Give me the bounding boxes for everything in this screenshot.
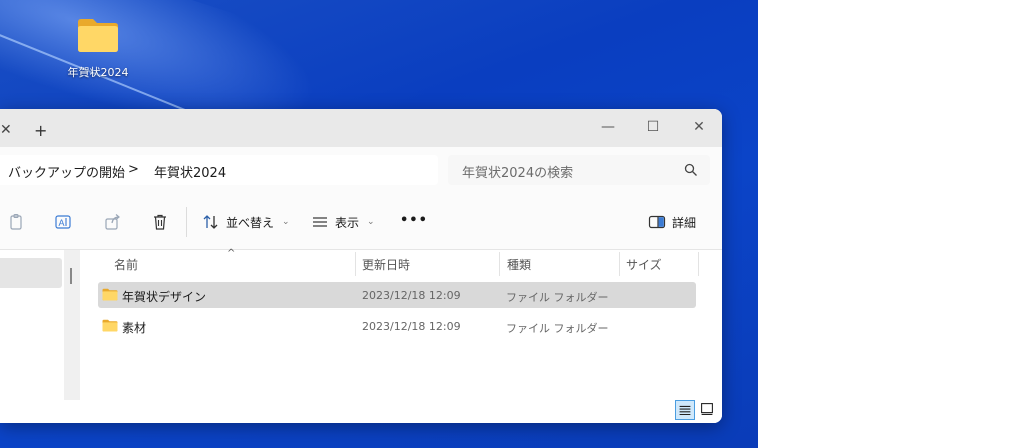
details-pane-button[interactable]: 詳細 — [648, 213, 696, 231]
folder-icon — [102, 319, 118, 332]
column-header-size[interactable]: サイズ — [626, 256, 662, 273]
folder-icon — [102, 288, 118, 301]
toolbar-divider — [186, 207, 187, 237]
details-pane-icon — [648, 215, 666, 229]
column-separator[interactable] — [619, 252, 620, 276]
sort-icon — [203, 215, 218, 229]
sort-ascending-icon: ^ — [227, 248, 236, 259]
sort-label: 並べ替え — [226, 215, 275, 230]
breadcrumb-current[interactable]: 年賀状2024 — [154, 162, 226, 181]
file-row[interactable]: 年賀状デザイン 2023/12/18 12:09 ファイル フォルダー — [98, 282, 696, 308]
paste-button[interactable] — [8, 213, 26, 231]
breadcrumb[interactable]: バックアップの開始 > 年賀状2024 — [0, 155, 438, 185]
column-header-name[interactable]: 名前 — [114, 256, 138, 273]
delete-button[interactable] — [151, 213, 169, 231]
nav-scrollbar[interactable] — [64, 250, 80, 400]
file-row[interactable]: 素材 2023/12/18 12:09 ファイル フォルダー — [98, 313, 696, 339]
breadcrumb-parent[interactable]: バックアップの開始 — [8, 162, 125, 181]
scrollbar-thumb[interactable] — [70, 268, 72, 284]
rename-icon: A — [55, 215, 71, 229]
search-placeholder: 年賀状2024の検索 — [462, 166, 574, 181]
details-label: 詳細 — [672, 215, 697, 230]
rename-button[interactable]: A — [54, 213, 72, 231]
column-separator[interactable] — [698, 252, 699, 276]
close-button[interactable]: ✕ — [684, 115, 714, 139]
svg-text:A: A — [59, 218, 65, 228]
file-modified: 2023/12/18 12:09 — [362, 289, 461, 302]
navigation-pane — [0, 250, 64, 400]
view-icon — [313, 217, 327, 227]
column-separator[interactable] — [499, 252, 500, 276]
column-separator[interactable] — [355, 252, 356, 276]
file-explorer-window: ✕ + — ☐ ✕ バックアップの開始 > 年賀状2024 年賀状2024の検索 — [0, 109, 722, 423]
file-type: ファイル フォルダー — [506, 322, 609, 335]
minimize-button[interactable]: — — [593, 115, 623, 139]
share-icon — [105, 214, 120, 230]
file-modified: 2023/12/18 12:09 — [362, 320, 461, 333]
nav-selected-item[interactable] — [0, 258, 62, 288]
share-button[interactable] — [104, 213, 122, 231]
search-input[interactable]: 年賀状2024の検索 — [448, 155, 710, 185]
maximize-button[interactable]: ☐ — [638, 115, 668, 139]
address-row: バックアップの開始 > 年賀状2024 年賀状2024の検索 — [0, 147, 722, 193]
view-label: 表示 — [335, 215, 360, 230]
command-bar: A 並べ替え ⌄ 表示 ⌄ ••• 詳細 — [0, 193, 722, 250]
desktop-icon-label: 年賀状2024 — [67, 66, 129, 79]
more-options-button[interactable]: ••• — [400, 213, 428, 228]
file-name: 年賀状デザイン — [122, 290, 207, 304]
paste-icon — [10, 213, 22, 230]
column-header-modified[interactable]: 更新日時 — [362, 256, 410, 273]
details-view-icon — [679, 405, 691, 416]
sort-button[interactable]: 並べ替え ⌄ — [202, 213, 290, 231]
file-type: ファイル フォルダー — [506, 291, 609, 304]
large-icons-view-icon — [701, 403, 713, 415]
tab-close-icon[interactable]: ✕ — [0, 122, 12, 138]
details-view-button[interactable] — [675, 400, 695, 420]
view-button[interactable]: 表示 ⌄ — [311, 213, 375, 231]
desktop-folder-shortcut[interactable]: 年賀状2024 — [62, 16, 134, 80]
content-area: ^ 名前 更新日時 種類 サイズ 年賀状デザイン 2023/12/18 12:0… — [0, 248, 722, 423]
trash-icon — [154, 214, 166, 230]
chevron-down-icon: ⌄ — [282, 217, 290, 227]
tab-bar: ✕ + — ☐ ✕ — [0, 109, 722, 147]
search-icon[interactable] — [684, 163, 698, 177]
folder-icon — [78, 19, 118, 52]
breadcrumb-separator[interactable]: > — [128, 162, 139, 177]
chevron-down-icon: ⌄ — [367, 217, 375, 227]
large-icons-view-button[interactable] — [698, 400, 718, 420]
file-name: 素材 — [122, 321, 147, 335]
new-tab-button[interactable]: + — [34, 121, 47, 140]
column-header-type[interactable]: 種類 — [507, 256, 531, 273]
